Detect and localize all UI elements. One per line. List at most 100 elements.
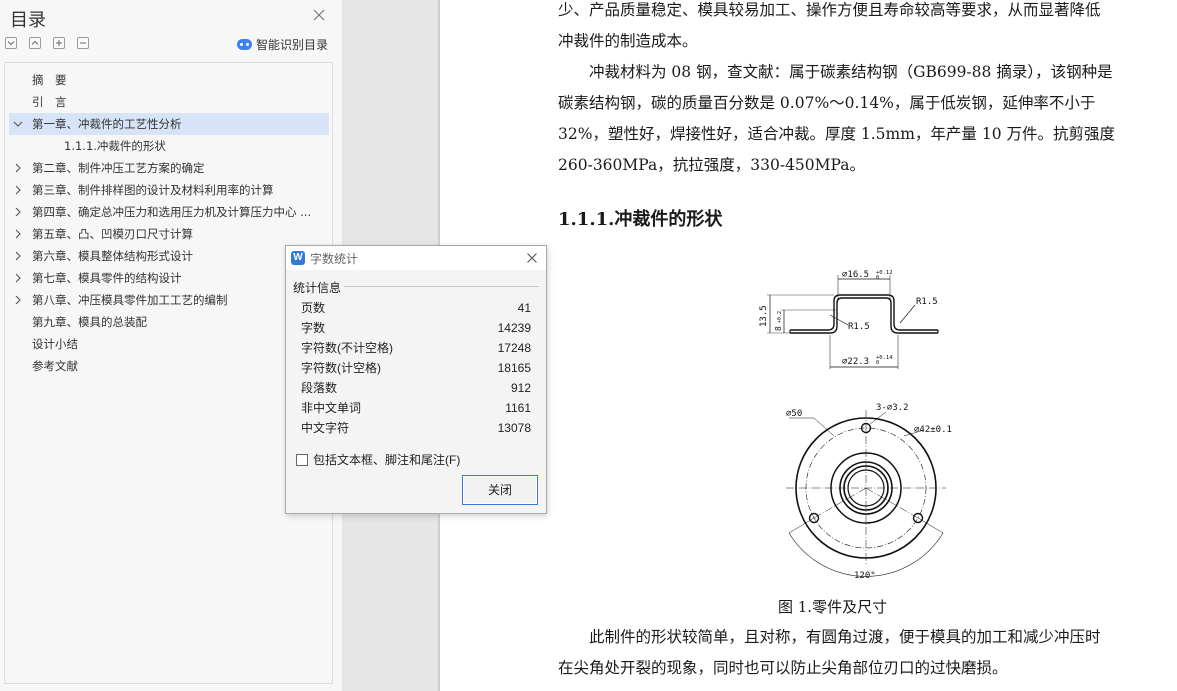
- toc-item-label: 第五章、凸、凹模刃口尺寸计算: [32, 227, 193, 241]
- word-count-dialog: W 字数统计 统计信息 页数 41 字数 14239 字符数(不计空格) 17248 字符数…: [285, 245, 547, 514]
- body-line: 少、产品质量稳定、模具较易加工、操作方便且寿命较高等要求，从而显著降低: [558, 1, 1101, 19]
- toc-item[interactable]: 第七章、模具零件的结构设计: [9, 267, 329, 289]
- close-icon[interactable]: [526, 252, 538, 264]
- toc-item-label: 第九章、模具的总装配: [32, 315, 147, 329]
- body-line: 32%，塑性好，焊接性好，适合冲裁。厚度 1.5mm，年产量 10 万件。抗剪强…: [558, 125, 1116, 143]
- stat-row: 字符数(不计空格) 17248: [301, 338, 531, 358]
- chevron-right-icon[interactable]: [13, 157, 23, 179]
- toc-toolbar: [5, 37, 89, 49]
- dim-r-left: R1.5: [848, 322, 870, 332]
- body-line: 碳素结构钢，碳的质量百分数是 0.07%～0.14%，属于低炭钢，延伸率不小于: [558, 94, 1096, 112]
- dim-h-total: 13.5: [759, 305, 769, 327]
- toc-item[interactable]: 第八章、冲压模具零件加工工艺的编制: [9, 289, 329, 311]
- stat-label: 字数: [301, 321, 326, 335]
- body-line: 冲裁件的制造成本。: [558, 32, 698, 50]
- dim-r-right: R1.5: [916, 297, 938, 307]
- stat-label: 中文字符: [301, 421, 350, 435]
- include-textbox-checkbox[interactable]: 包括文本框、脚注和尾注(F): [296, 451, 460, 468]
- dim-pcd: ⌀42±0.1: [914, 425, 952, 435]
- stat-value: 14239: [497, 321, 531, 335]
- dim-angle: 120°: [854, 571, 876, 581]
- toc-item[interactable]: 参考文献: [9, 355, 329, 377]
- smart-toc-button[interactable]: 智能识别目录: [237, 36, 328, 53]
- toc-item-label: 第六章、模具整体结构形式设计: [32, 249, 193, 263]
- toc-item[interactable]: 第六章、模具整体结构形式设计: [9, 245, 329, 267]
- toc-item[interactable]: 第四章、确定总冲压力和选用压力机及计算压力中心 ...: [9, 201, 329, 223]
- body-line: 260-360MPa，抗拉强度，330-450MPa。: [558, 156, 866, 174]
- toc-item-label: 第八章、冲压模具零件加工工艺的编制: [32, 293, 228, 307]
- stat-value: 17248: [497, 341, 531, 355]
- part-plan-drawing: ⌀50 3-⌀3.2 ⌀42±0.1 120°: [786, 403, 952, 581]
- toc-list: 摘 要引 言第一章、冲裁件的工艺性分析 1.1.1.冲裁件的形状第二章、制件冲压工…: [4, 62, 333, 684]
- chevron-right-icon[interactable]: [13, 267, 23, 289]
- expand-up-icon[interactable]: [29, 37, 41, 49]
- dim-d-top-tol-low: 0: [876, 275, 879, 281]
- toc-item[interactable]: 第九章、模具的总装配: [9, 311, 329, 333]
- checkbox-box[interactable]: [296, 453, 308, 466]
- dim-h-inner: 8: [774, 326, 783, 331]
- toc-item-label: 第四章、确定总冲压力和选用压力机及计算压力中心 ...: [32, 205, 312, 219]
- stat-label: 段落数: [301, 381, 338, 395]
- toc-item-label: 第二章、制件冲压工艺方案的确定: [32, 161, 205, 175]
- dim-d-outer: ⌀50: [786, 409, 802, 419]
- stat-row: 字符数(计空格) 18165: [301, 358, 531, 378]
- toc-item-label: 第三章、制件排样图的设计及材料利用率的计算: [32, 183, 274, 197]
- chevron-right-icon[interactable]: [13, 289, 23, 311]
- stat-value: 912: [510, 381, 531, 395]
- stat-value: 18165: [497, 361, 531, 375]
- figure-caption: 图 1.零件及尺寸: [778, 598, 888, 616]
- dim-d-top: ⌀16.5: [842, 270, 869, 280]
- toc-item[interactable]: 第一章、冲裁件的工艺性分析: [9, 113, 329, 135]
- stat-row: 页数 41: [301, 298, 531, 318]
- stats-group-label: 统计信息: [293, 281, 342, 295]
- stat-value: 13078: [497, 421, 531, 435]
- chevron-right-icon[interactable]: [13, 179, 23, 201]
- body-line: 冲裁材料为 08 钢，查文献：属于碳素结构钢（GB699-88 摘录），该钢种是: [558, 63, 1113, 81]
- close-button[interactable]: 关闭: [462, 475, 538, 505]
- stat-label: 字符数(不计空格): [301, 341, 393, 355]
- dialog-title: 字数统计: [310, 252, 359, 266]
- collapse-all-icon[interactable]: [5, 37, 17, 49]
- chevron-right-icon[interactable]: [13, 201, 23, 223]
- ai-icon: [237, 39, 252, 50]
- wps-logo-icon: W: [291, 251, 305, 265]
- toc-item-label: 摘 要: [32, 73, 67, 87]
- toc-item-label: 参考文献: [32, 359, 78, 373]
- dialog-titlebar[interactable]: W 字数统计: [286, 246, 546, 270]
- toc-item-label: 引 言: [32, 95, 67, 109]
- body-line: 此制件的形状较简单，且对称，有圆角过渡，便于模具的加工和减少冲压时: [558, 628, 1101, 646]
- group-divider: [344, 286, 539, 287]
- toc-title: 目录: [10, 10, 46, 31]
- stat-row: 段落数 912: [301, 378, 531, 398]
- toc-item-label: 1.1.1.冲裁件的形状: [64, 139, 166, 153]
- chevron-down-icon[interactable]: [13, 113, 23, 135]
- stat-row: 字数 14239: [301, 318, 531, 338]
- toc-item-label: 第一章、冲裁件的工艺性分析: [32, 117, 182, 131]
- stat-label: 页数: [301, 301, 326, 315]
- remove-level-icon[interactable]: [77, 37, 89, 49]
- document-page[interactable]: 少、产品质量稳定、模具较易加工、操作方便且寿命较高等要求，从而显著降低 冲裁件的…: [440, 0, 1177, 691]
- toc-item[interactable]: 1.1.1.冲裁件的形状: [9, 135, 329, 157]
- section-heading: 1.1.1.冲裁件的形状: [558, 209, 723, 230]
- toc-item[interactable]: 摘 要: [9, 69, 329, 91]
- stat-row: 非中文单词 1161: [301, 398, 531, 418]
- body-line: 在尖角处开裂的现象，同时也可以防止尖角部位刃口的过快磨损。: [558, 659, 1008, 677]
- toc-item[interactable]: 第五章、凸、凹模刃口尺寸计算: [9, 223, 329, 245]
- dim-d-bottom-tol-low: 0: [876, 360, 879, 366]
- toc-item[interactable]: 引 言: [9, 91, 329, 113]
- add-level-icon[interactable]: [53, 37, 65, 49]
- stat-value: 41: [517, 301, 531, 315]
- stat-label: 非中文单词: [301, 401, 362, 415]
- chevron-right-icon[interactable]: [13, 245, 23, 267]
- dim-d-bottom: ⌀22.3: [842, 357, 869, 367]
- dim-h-inner-tol: +0.2: [777, 311, 783, 323]
- close-icon[interactable]: [312, 8, 326, 22]
- stat-label: 字符数(计空格): [301, 361, 381, 375]
- toc-item-label: 第七章、模具零件的结构设计: [32, 271, 182, 285]
- stat-row: 中文字符 13078: [301, 418, 531, 438]
- toc-item[interactable]: 设计小结: [9, 333, 329, 355]
- toc-item[interactable]: 第二章、制件冲压工艺方案的确定: [9, 157, 329, 179]
- toc-item[interactable]: 第三章、制件排样图的设计及材料利用率的计算: [9, 179, 329, 201]
- smart-toc-label: 智能识别目录: [256, 38, 329, 52]
- chevron-right-icon[interactable]: [13, 223, 23, 245]
